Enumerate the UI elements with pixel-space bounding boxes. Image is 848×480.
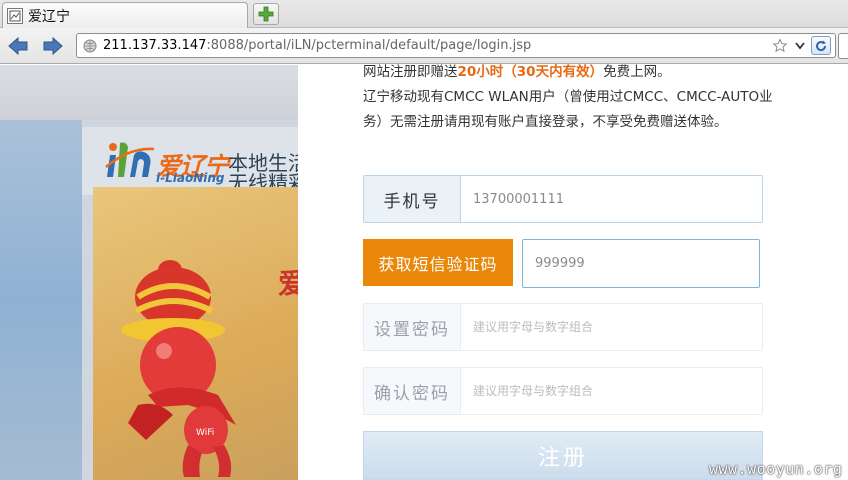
intro-line-1: 网站注册即赠送20小时（30天内有效）免费上网。 xyxy=(363,60,773,85)
phone-input[interactable] xyxy=(461,176,762,222)
back-arrow-icon xyxy=(8,36,28,56)
free-hours-highlight: 20小时（30天内有效） xyxy=(457,64,604,80)
confirm-password-label: 确认密码 xyxy=(364,368,461,414)
intro-before: 网站注册即赠送 xyxy=(363,64,458,80)
iln-logo-icon xyxy=(105,142,155,177)
password-input[interactable] xyxy=(461,304,762,350)
get-sms-code-button[interactable]: 获取短信验证码 xyxy=(363,239,513,286)
intro-text: 网站注册即赠送20小时（30天内有效）免费上网。 辽宁移动现有CMCC WLAN… xyxy=(363,60,773,135)
watermark-text: www.wooyun.org xyxy=(709,460,843,478)
bookmark-star-icon[interactable] xyxy=(771,36,789,55)
plus-icon xyxy=(258,6,274,22)
browser-tab[interactable]: 爱辽宁 xyxy=(2,2,248,28)
tab-title: 爱辽宁 xyxy=(28,8,70,25)
forward-arrow-icon xyxy=(43,36,63,56)
password-label: 设置密码 xyxy=(364,304,461,350)
url-host: 211.137.33.147 xyxy=(103,38,207,53)
logo-english-text: i-LiaoNing xyxy=(156,171,225,185)
reload-icon xyxy=(816,40,827,51)
background-side xyxy=(0,120,82,480)
history-dropdown-icon[interactable] xyxy=(791,36,809,55)
confirm-password-row: 确认密码 xyxy=(363,367,763,415)
password-row: 设置密码 xyxy=(363,303,763,351)
registration-panel: 网站注册即赠送20小时（30天内有效）免费上网。 辽宁移动现有CMCC WLAN… xyxy=(298,64,848,480)
phone-row: 手机号 xyxy=(363,175,763,223)
svg-text:WiFi: WiFi xyxy=(196,428,214,438)
mascot-image: WiFi xyxy=(121,260,236,477)
intro-after: 免费上网。 xyxy=(603,64,671,80)
background-header xyxy=(0,65,298,120)
register-button[interactable]: 注册 xyxy=(363,431,763,480)
phone-label: 手机号 xyxy=(364,176,461,222)
forward-button[interactable] xyxy=(40,34,66,58)
navigation-bar: 211.137.33.147:8088/portal/iLN/pctermina… xyxy=(0,28,848,64)
address-bar[interactable]: 211.137.33.147:8088/portal/iLN/pctermina… xyxy=(76,33,836,58)
confirm-password-input[interactable] xyxy=(461,368,762,414)
url-text: 211.137.33.147:8088/portal/iLN/pctermina… xyxy=(103,38,531,53)
reload-button[interactable] xyxy=(811,36,831,55)
sms-code-input[interactable] xyxy=(522,239,760,288)
back-button[interactable] xyxy=(5,34,31,58)
page-favicon-icon xyxy=(7,7,23,24)
globe-icon xyxy=(83,39,97,53)
tab-bar: 爱辽宁 xyxy=(0,0,848,28)
search-box-edge[interactable] xyxy=(838,33,848,59)
url-path: :8088/portal/iLN/pcterminal/default/page… xyxy=(206,38,532,53)
intro-existing-users-note: 辽宁移动现有CMCC WLAN用户（曾使用过CMCC、CMCC-AUTO业务）无… xyxy=(363,89,773,130)
new-tab-button[interactable] xyxy=(253,3,279,25)
